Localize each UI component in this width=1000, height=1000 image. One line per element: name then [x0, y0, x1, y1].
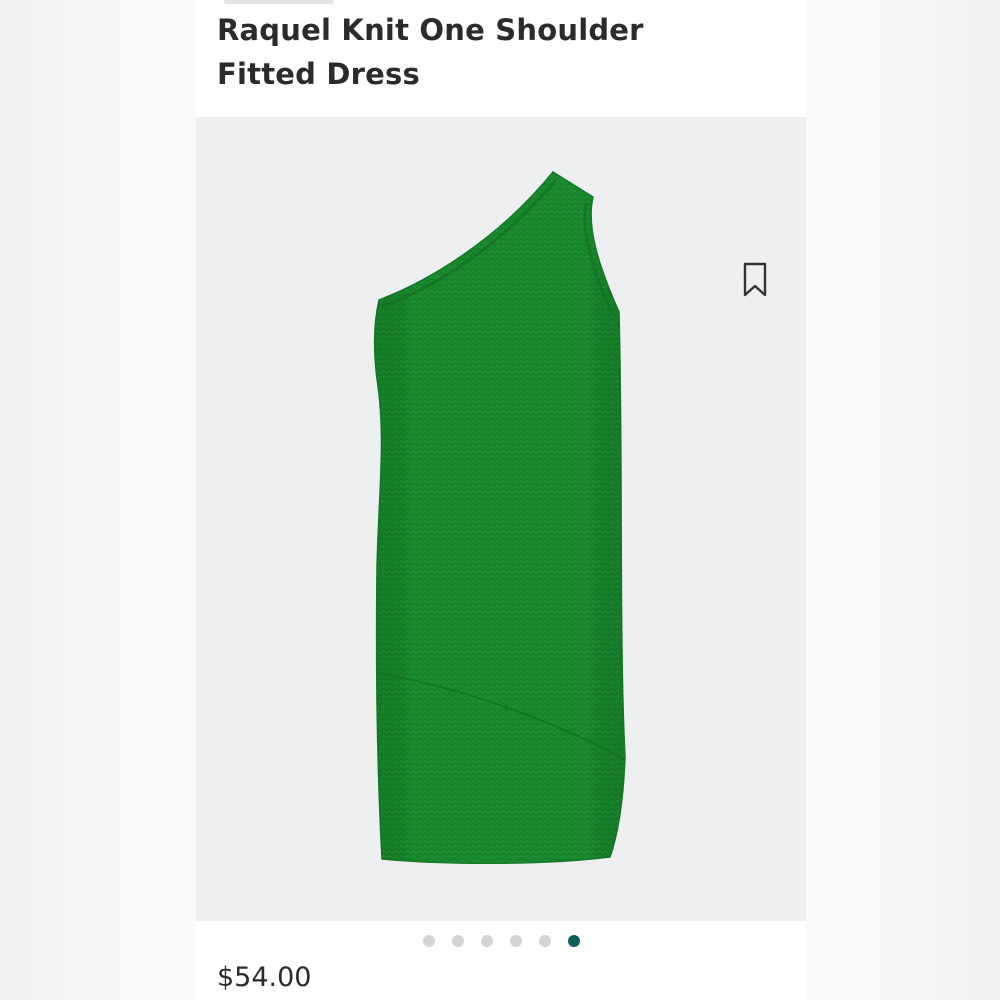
- product-image-panel[interactable]: [196, 117, 806, 921]
- carousel-dot[interactable]: [422, 935, 435, 947]
- carousel-dot[interactable]: [480, 935, 493, 947]
- dress-shape: [373, 171, 626, 865]
- carousel-dot[interactable]: [451, 935, 464, 947]
- product-card: Raquel Knit One Shoulder Fitted Dress $5…: [196, 0, 806, 1000]
- previous-item-edge: [224, 0, 334, 4]
- image-carousel-dots: [196, 935, 806, 949]
- carousel-dot[interactable]: [509, 935, 522, 947]
- product-image: [373, 171, 626, 865]
- bookmark-icon[interactable]: [742, 262, 768, 298]
- product-title-line2: Fitted Dress: [217, 57, 420, 91]
- carousel-dot[interactable]: [567, 935, 580, 947]
- product-title-line1: Raquel Knit One Shoulder: [217, 13, 644, 47]
- product-price: $54.00: [217, 962, 312, 993]
- product-title: Raquel Knit One Shoulder Fitted Dress: [217, 8, 757, 96]
- carousel-dot[interactable]: [538, 935, 551, 947]
